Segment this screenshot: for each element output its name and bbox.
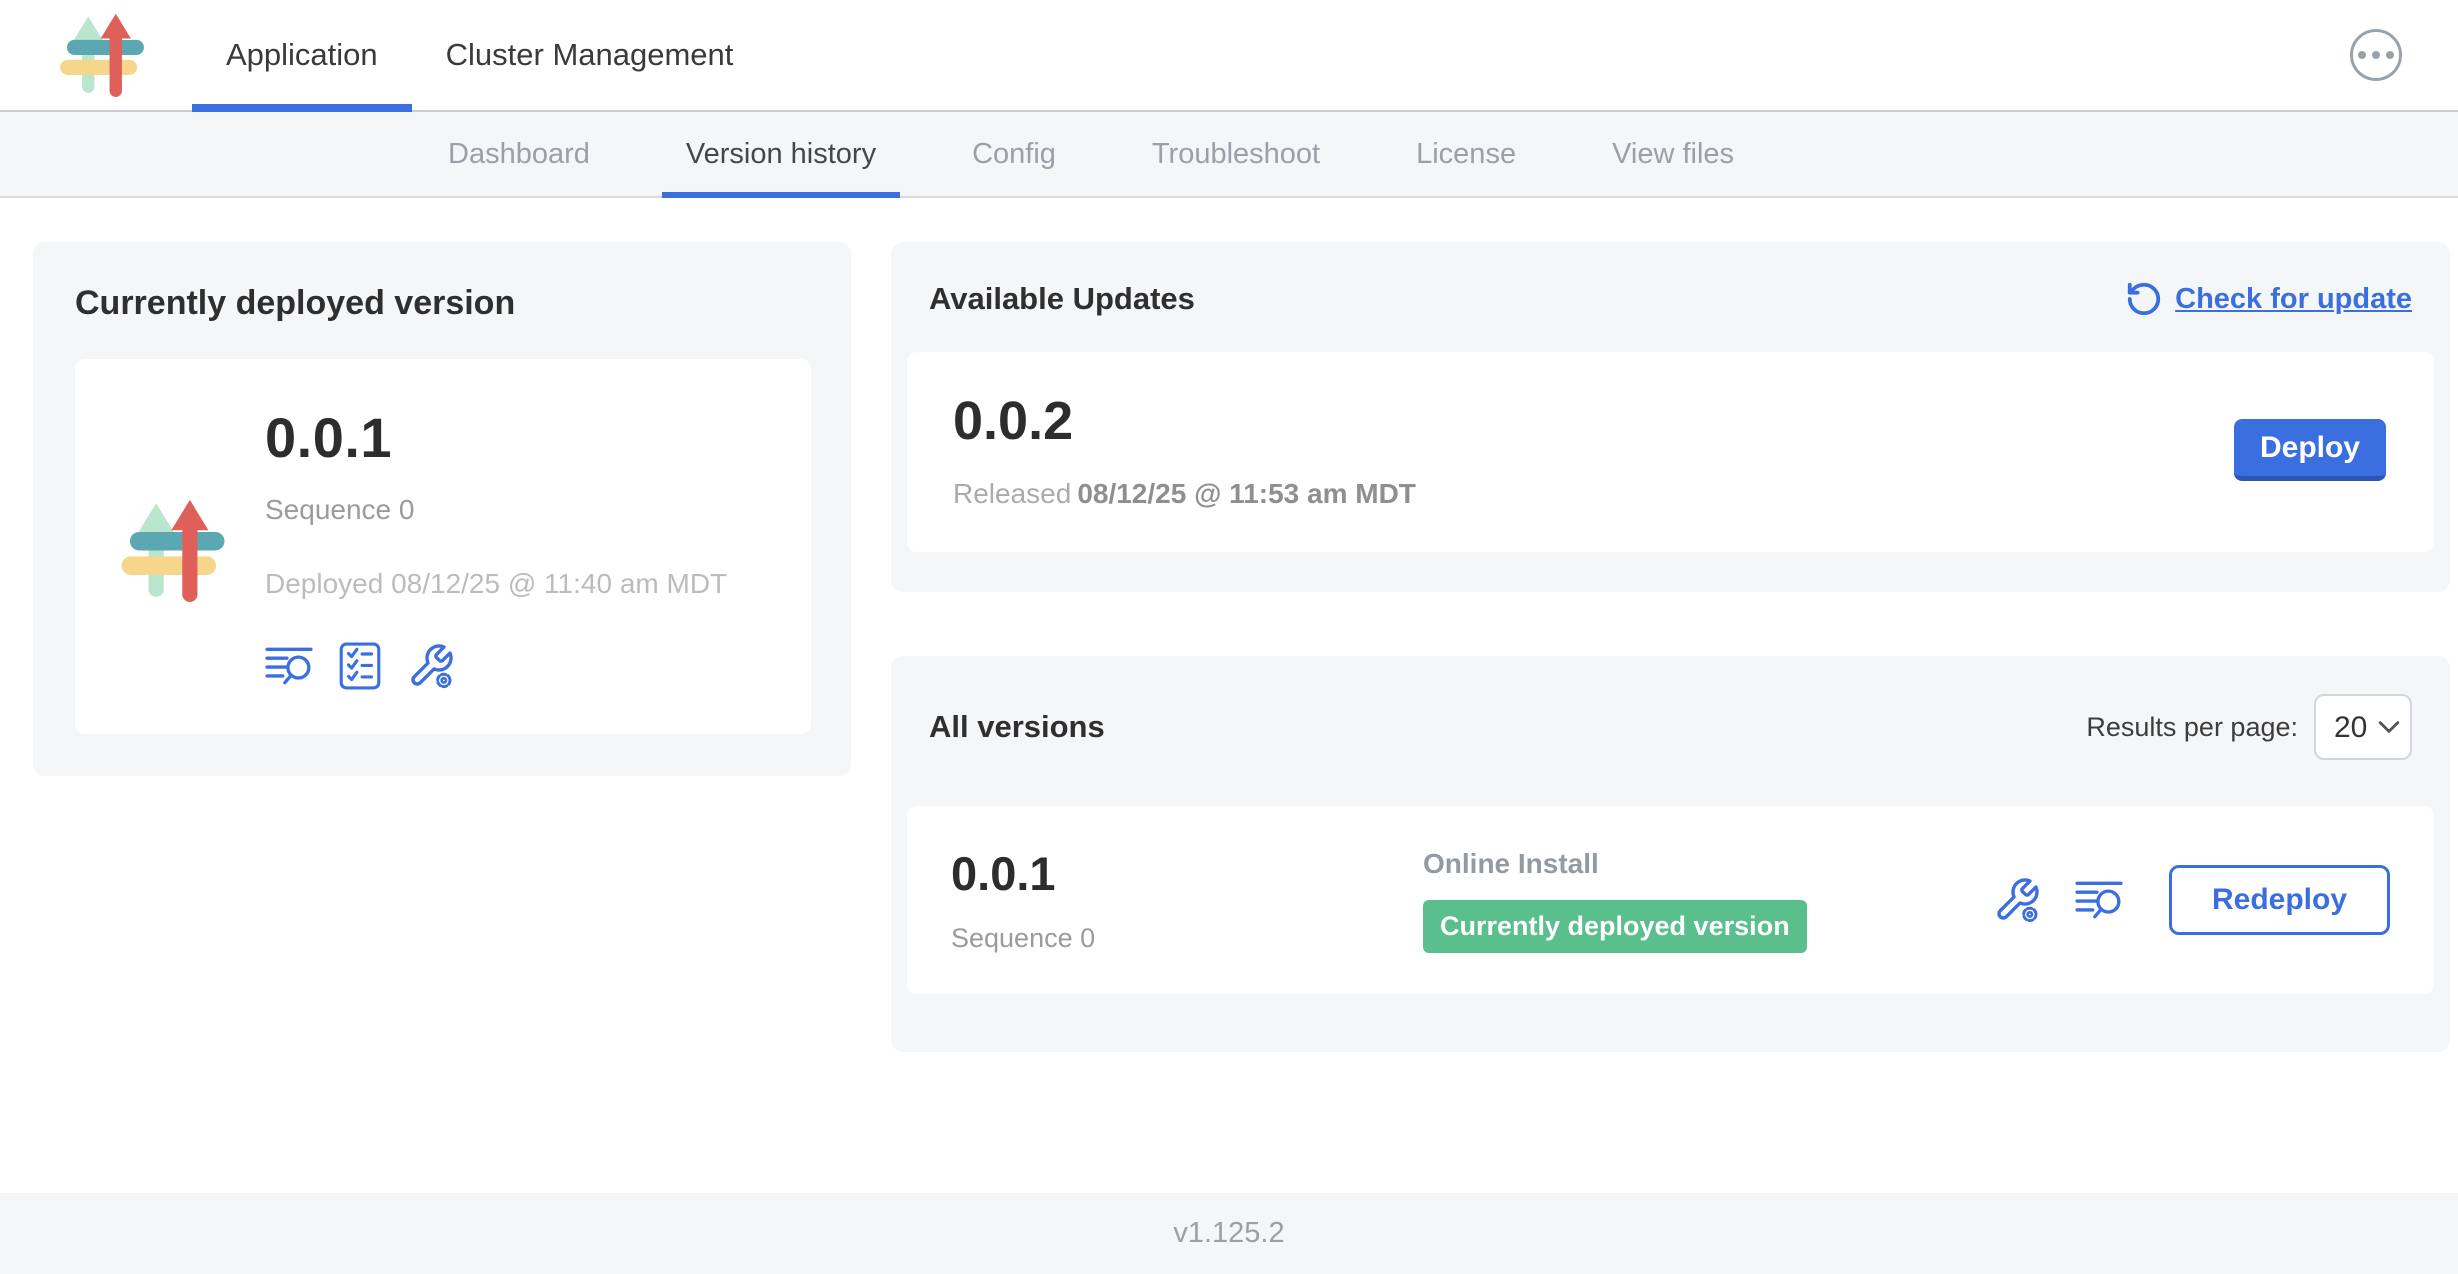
app-logo-icon	[119, 411, 227, 690]
released-prefix: Released	[953, 478, 1071, 509]
deployed-timestamp: Deployed 08/12/25 @ 11:40 am MDT	[265, 568, 727, 600]
all-versions-title: All versions	[929, 709, 1105, 745]
edit-config-button[interactable]	[407, 642, 455, 690]
wrench-gear-icon	[407, 642, 455, 690]
tab-version-history[interactable]: Version history	[638, 112, 924, 196]
diff-lines-magnifier-icon	[2075, 879, 2123, 921]
available-updates-section: Available Updates Check for update 0.0.2…	[891, 242, 2450, 592]
primary-nav: Application Cluster Management	[192, 0, 767, 110]
app-subnav: Dashboard Version history Config Trouble…	[0, 112, 2458, 198]
tab-troubleshoot[interactable]: Troubleshoot	[1104, 112, 1368, 196]
redeploy-button[interactable]: Redeploy	[2169, 865, 2390, 935]
update-version-number: 0.0.2	[953, 390, 1416, 452]
deploy-button[interactable]: Deploy	[2234, 419, 2386, 481]
row-version-number: 0.0.1	[951, 846, 1423, 901]
tab-config[interactable]: Config	[924, 112, 1104, 196]
update-released-line: Released08/12/25 @ 11:53 am MDT	[953, 478, 1416, 510]
app-footer: v1.125.2	[0, 1193, 2458, 1274]
check-for-update-label: Check for update	[2175, 283, 2412, 316]
console-version: v1.125.2	[1173, 1217, 1284, 1250]
results-per-page-select[interactable]: 20	[2314, 694, 2412, 760]
nav-cluster-management-label: Cluster Management	[446, 37, 734, 73]
nav-application[interactable]: Application	[192, 0, 412, 110]
deployed-actions	[265, 642, 727, 690]
available-update-card: 0.0.2 Released08/12/25 @ 11:53 am MDT De…	[907, 352, 2434, 552]
view-diff-button[interactable]	[2075, 879, 2123, 921]
overflow-menu-button[interactable]	[2350, 29, 2402, 81]
tab-dashboard-label: Dashboard	[448, 138, 590, 171]
edit-config-button[interactable]	[1993, 876, 2041, 924]
app-header: Application Cluster Management	[0, 0, 2458, 112]
row-actions: Redeploy	[1993, 865, 2390, 935]
results-per-page: Results per page: 20	[2086, 694, 2412, 760]
all-versions-section: All versions Results per page: 20 0.	[891, 656, 2450, 1052]
right-column: Available Updates Check for update 0.0.2…	[891, 242, 2450, 1052]
deployed-version-card: 0.0.1 Sequence 0 Deployed 08/12/25 @ 11:…	[75, 359, 811, 734]
app-logo-icon	[58, 11, 146, 99]
tab-troubleshoot-label: Troubleshoot	[1152, 138, 1320, 171]
nav-cluster-management[interactable]: Cluster Management	[412, 0, 768, 110]
refresh-icon	[2125, 280, 2163, 318]
ellipsis-icon	[2372, 51, 2380, 59]
currently-deployed-badge: Currently deployed version	[1423, 900, 1807, 953]
tab-view-files-label: View files	[1612, 138, 1734, 171]
view-diff-button[interactable]	[265, 645, 313, 687]
install-type: Online Install	[1423, 848, 1807, 880]
active-nav-underline	[192, 104, 412, 112]
diff-lines-magnifier-icon	[265, 645, 313, 687]
results-per-page-label: Results per page:	[2086, 712, 2298, 743]
preflight-checks-button[interactable]	[339, 642, 381, 690]
nav-application-label: Application	[226, 37, 378, 73]
available-updates-title: Available Updates	[929, 281, 1195, 317]
check-for-update-link[interactable]: Check for update	[2125, 280, 2412, 318]
ellipsis-icon	[2358, 51, 2366, 59]
wrench-gear-icon	[1993, 876, 2041, 924]
main-content: Currently deployed version 0.0.1 Sequenc…	[0, 198, 2458, 1193]
tab-dashboard[interactable]: Dashboard	[400, 112, 638, 196]
tab-config-label: Config	[972, 138, 1056, 171]
ellipsis-icon	[2386, 51, 2394, 59]
currently-deployed-card: Currently deployed version 0.0.1 Sequenc…	[33, 242, 851, 776]
deployed-version-number: 0.0.1	[265, 405, 727, 470]
checklist-icon	[339, 642, 381, 690]
released-timestamp: 08/12/25 @ 11:53 am MDT	[1077, 478, 1416, 509]
row-sequence: Sequence 0	[951, 923, 1423, 954]
deployed-sequence: Sequence 0	[265, 494, 727, 526]
tab-license-label: License	[1416, 138, 1516, 171]
deployed-card-title: Currently deployed version	[75, 284, 811, 323]
tab-version-history-label: Version history	[686, 138, 876, 171]
active-tab-underline	[662, 192, 900, 198]
tab-view-files[interactable]: View files	[1564, 112, 1782, 196]
version-row: 0.0.1 Sequence 0 Online Install Currentl…	[907, 806, 2434, 994]
tab-license[interactable]: License	[1368, 112, 1564, 196]
